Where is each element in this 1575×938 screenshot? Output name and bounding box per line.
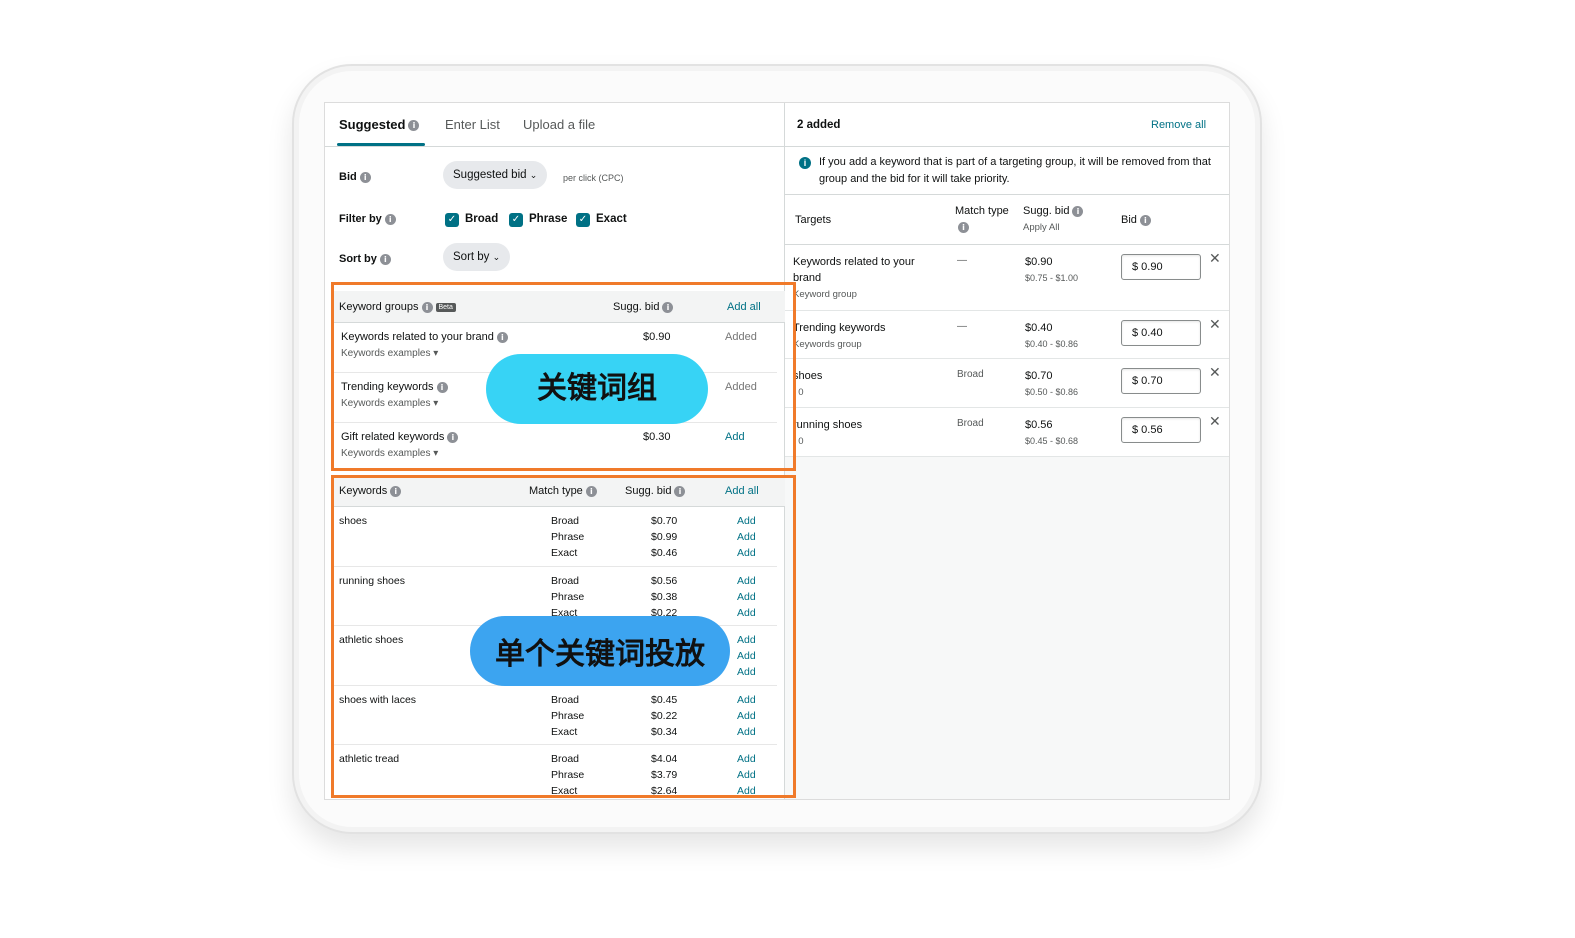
info-icon[interactable]: i [1072, 205, 1084, 217]
filter-label-text: Filter by [339, 213, 382, 225]
remove-target-icon[interactable]: ✕ [1209, 414, 1221, 430]
target-name: Trending keywords Keywords group [793, 320, 943, 353]
bid-label: Bid i [339, 171, 371, 183]
match-type-col-header: Match type i [955, 203, 1011, 235]
bid-note: per click (CPC) [563, 173, 624, 183]
target-name: running shoes: 0 [793, 417, 943, 450]
targets-table-header: Targets Match typei Sugg. bid i Apply All … [785, 195, 1229, 245]
bid-col-header-text: Bid [1121, 214, 1137, 226]
info-icon[interactable]: i [1139, 214, 1151, 226]
info-alert: i If you add a keyword that is part of a… [785, 147, 1229, 195]
target-sugg-bid-value: $0.56 [1025, 419, 1053, 431]
bid-input[interactable]: $ 0.90 [1121, 254, 1201, 280]
target-row: running shoes: 0 Broad $0.56 $0.45 - $0.68 $… [785, 408, 1229, 457]
target-sugg-bid-value: $0.40 [1025, 322, 1053, 334]
info-icon: i [799, 157, 811, 169]
target-sugg-bid: $0.90 $0.75 - $1.00 [1025, 254, 1078, 286]
remove-target-icon[interactable]: ✕ [1209, 317, 1221, 333]
keyword-groups-callout: 关键词组 [486, 354, 708, 424]
broad-label: Broad [465, 213, 499, 225]
bid-dropdown-value: Suggested bid [453, 169, 527, 181]
remove-target-icon[interactable]: ✕ [1209, 251, 1221, 267]
chevron-down-icon: ⌄ [492, 252, 501, 262]
info-icon[interactable]: i [379, 253, 391, 265]
bid-input[interactable]: $ 0.40 [1121, 320, 1201, 346]
target-bid-range: $0.40 - $0.86 [1025, 339, 1079, 349]
info-icon[interactable]: i [958, 221, 969, 233]
sugg-bid-col-header: Sugg. bid i Apply All [1023, 203, 1084, 236]
added-count: 2 added [797, 119, 841, 131]
bid-label-text: Bid [339, 171, 357, 183]
target-name-text: shoes [793, 370, 823, 382]
target-sugg-bid: $0.70 $0.50 - $0.86 [1025, 368, 1078, 400]
sugg-bid-col-header-text: Sugg. bid [1023, 205, 1070, 217]
bid-input[interactable]: $ 0.70 [1121, 368, 1201, 394]
target-name-text: Trending keywords [793, 322, 886, 334]
remove-all-link[interactable]: Remove all [1151, 119, 1206, 131]
broad-checkbox[interactable]: ✓ [445, 213, 459, 227]
tab-suggested[interactable]: Suggested i [339, 117, 420, 132]
chevron-down-icon: ⌄ [529, 170, 538, 180]
added-header: 2 added Remove all [785, 103, 1229, 147]
bid-input[interactable]: $ 0.56 [1121, 417, 1201, 443]
target-sugg-bid-value: $0.90 [1025, 256, 1053, 268]
targets-header: Targets [795, 214, 832, 226]
target-subtext: Keywords group [793, 339, 862, 350]
sort-label-text: Sort by [339, 253, 377, 265]
phrase-label: Phrase [529, 213, 568, 225]
phrase-checkbox[interactable]: ✓ [509, 213, 523, 227]
target-name: shoes: 0 [793, 368, 943, 401]
target-match-type: — [957, 321, 967, 332]
sort-label: Sort by i [339, 253, 391, 265]
sort-dropdown[interactable]: Sort by ⌄ [443, 243, 511, 271]
exact-label: Exact [596, 213, 627, 225]
bid-col-header: Bid i [1121, 212, 1151, 228]
alert-text: If you add a keyword that is part of a t… [819, 156, 1211, 185]
right-panel: 2 added Remove all i If you add a keywor… [785, 103, 1229, 799]
info-icon[interactable]: i [408, 120, 420, 132]
target-bid-range: $0.75 - $1.00 [1025, 273, 1079, 283]
sort-dropdown-value: Sort by [453, 251, 490, 263]
tab-bar: Suggested i Enter List Upload a file [325, 103, 785, 147]
target-subtext: Keyword group [793, 289, 857, 300]
info-icon[interactable]: i [384, 213, 396, 225]
bid-dropdown[interactable]: Suggested bid ⌄ [443, 161, 548, 189]
tab-enter-list[interactable]: Enter List [445, 117, 500, 132]
target-row: Keywords related to your brand Keyword gr… [785, 245, 1229, 311]
info-icon[interactable]: i [359, 171, 371, 183]
target-match-type: — [957, 255, 967, 266]
tab-upload-file[interactable]: Upload a file [523, 117, 595, 132]
target-row: shoes: 0 Broad $0.70 $0.50 - $0.86 $ 0.70 ✕ [785, 359, 1229, 408]
target-sugg-bid: $0.40 $0.40 - $0.86 [1025, 320, 1078, 352]
target-bid-range: $0.45 - $0.68 [1025, 436, 1079, 446]
target-name: Keywords related to your brand Keyword gr… [793, 254, 943, 303]
filter-label: Filter by i [339, 213, 396, 225]
target-name-text: running shoes [793, 419, 863, 431]
target-sugg-bid-value: $0.70 [1025, 370, 1053, 382]
target-name-text: Keywords related to your brand [793, 256, 915, 284]
active-tab-indicator [337, 143, 425, 146]
target-bid-range: $0.50 - $0.86 [1025, 387, 1079, 397]
match-type-col-header-text: Match type [955, 205, 1009, 217]
tab-suggested-label: Suggested [339, 117, 406, 132]
target-match-type: Broad [957, 418, 984, 429]
exact-checkbox[interactable]: ✓ [576, 213, 590, 227]
target-row: Trending keywords Keywords group — $0.40 $0.… [785, 311, 1229, 359]
target-match-type: Broad [957, 369, 984, 380]
remove-target-icon[interactable]: ✕ [1209, 365, 1221, 381]
target-sugg-bid: $0.56 $0.45 - $0.68 [1025, 417, 1078, 449]
single-keyword-callout: 单个关键词投放 [470, 616, 730, 686]
apply-all-link[interactable]: Apply All [1023, 222, 1059, 233]
